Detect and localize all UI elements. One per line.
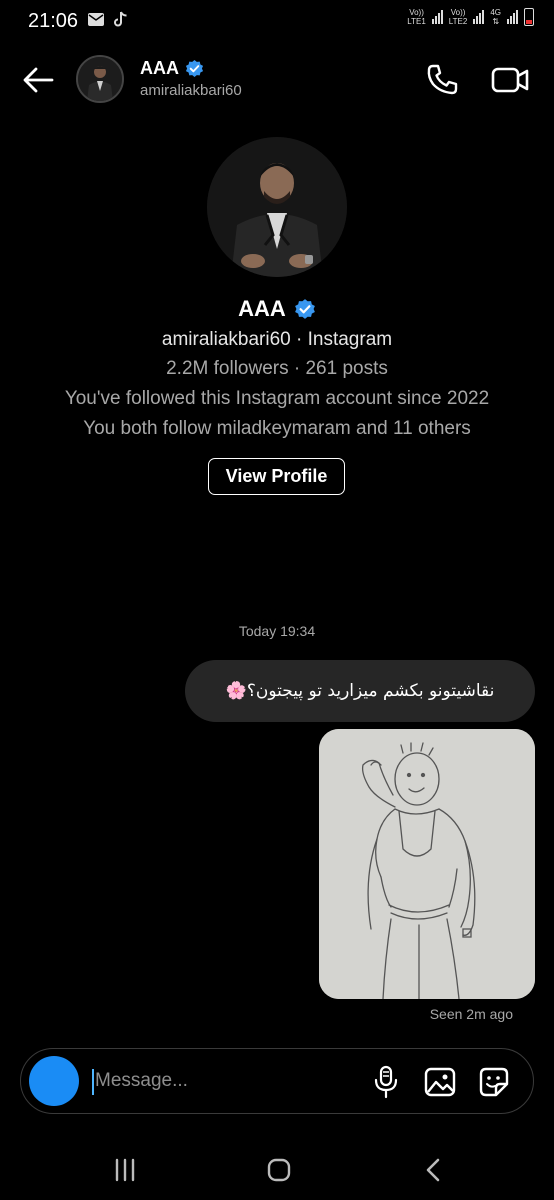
view-profile-button[interactable]: View Profile [208, 458, 345, 495]
profile-follow-since: You've followed this Instagram account s… [64, 388, 490, 409]
notification-icons [88, 11, 128, 27]
back-arrow-icon[interactable] [20, 64, 56, 96]
camera-icon[interactable] [29, 1056, 79, 1106]
message-input[interactable] [95, 1065, 355, 1097]
message-text: نقاشیتونو بکشم میزارید تو پیجتون؟🌸 [225, 681, 495, 701]
profile-username-source: amiraliakbari60 · Instagram [161, 329, 393, 350]
signal-icon [507, 10, 518, 24]
status-right: Vo)) LTE1 Vo)) LTE2 4G ⇅ [407, 8, 534, 26]
avatar-image [78, 57, 122, 101]
header-name-row[interactable]: AAA [140, 58, 204, 79]
sim1-top: Vo)) [409, 8, 424, 17]
mail-icon [88, 12, 104, 26]
header-username[interactable]: amiraliakbari60 [140, 82, 242, 99]
sim2-bottom: LTE2 [448, 17, 468, 26]
back-icon[interactable] [422, 1157, 446, 1183]
microphone-icon[interactable] [371, 1065, 401, 1099]
drawing-image [319, 729, 535, 999]
sim1-indicator: Vo)) LTE1 [407, 8, 426, 26]
header-name: AAA [140, 58, 179, 78]
signal-icon [473, 10, 485, 24]
sim2-indicator: Vo)) LTE2 [449, 8, 468, 26]
sent-message-bubble[interactable]: نقاشیتونو بکشم میزارید تو پیجتون؟🌸 [185, 660, 535, 722]
battery-icon [524, 8, 534, 26]
sticker-icon[interactable] [477, 1066, 511, 1098]
home-icon[interactable] [266, 1157, 292, 1183]
verified-badge-icon [185, 59, 204, 78]
profile-avatar[interactable] [207, 137, 347, 277]
network-arrows-icon: ⇅ [492, 17, 500, 26]
sim2-top: Vo)) [450, 8, 466, 17]
profile-photo [207, 137, 347, 277]
profile-stats: 2.2M followers · 261 posts [166, 358, 388, 379]
signal-icon [431, 10, 443, 24]
camera-glyph [29, 1056, 79, 1106]
tiktok-icon [114, 11, 127, 27]
seen-status: Seen 2m ago [429, 1006, 513, 1022]
profile-name: AAA [238, 296, 286, 321]
gallery-icon[interactable] [423, 1066, 457, 1098]
verified-badge-icon [294, 299, 315, 319]
sim1-bottom: LTE1 [407, 17, 426, 26]
network-indicator: 4G ⇅ [490, 8, 501, 26]
network-type: 4G [490, 8, 501, 17]
profile-mutual-followers: You both follow miladkeymaram and 11 oth… [83, 418, 471, 439]
sent-photo-drawing[interactable] [319, 729, 535, 999]
status-time: 21:06 [28, 10, 79, 32]
message-timestamp: Today 19:34 [238, 623, 316, 639]
message-composer [20, 1048, 534, 1114]
phone-icon[interactable] [424, 62, 460, 98]
android-nav-bar [0, 1140, 554, 1200]
video-camera-icon[interactable] [490, 62, 530, 98]
recents-icon[interactable] [112, 1157, 138, 1183]
text-caret [92, 1069, 94, 1095]
chat-header: AAA amiraliakbari60 [0, 50, 554, 110]
status-bar: 21:06 Vo)) LTE1 Vo)) LTE2 4G ⇅ [0, 0, 554, 44]
profile-name-row: AAA [0, 296, 554, 322]
header-avatar[interactable] [76, 55, 124, 103]
